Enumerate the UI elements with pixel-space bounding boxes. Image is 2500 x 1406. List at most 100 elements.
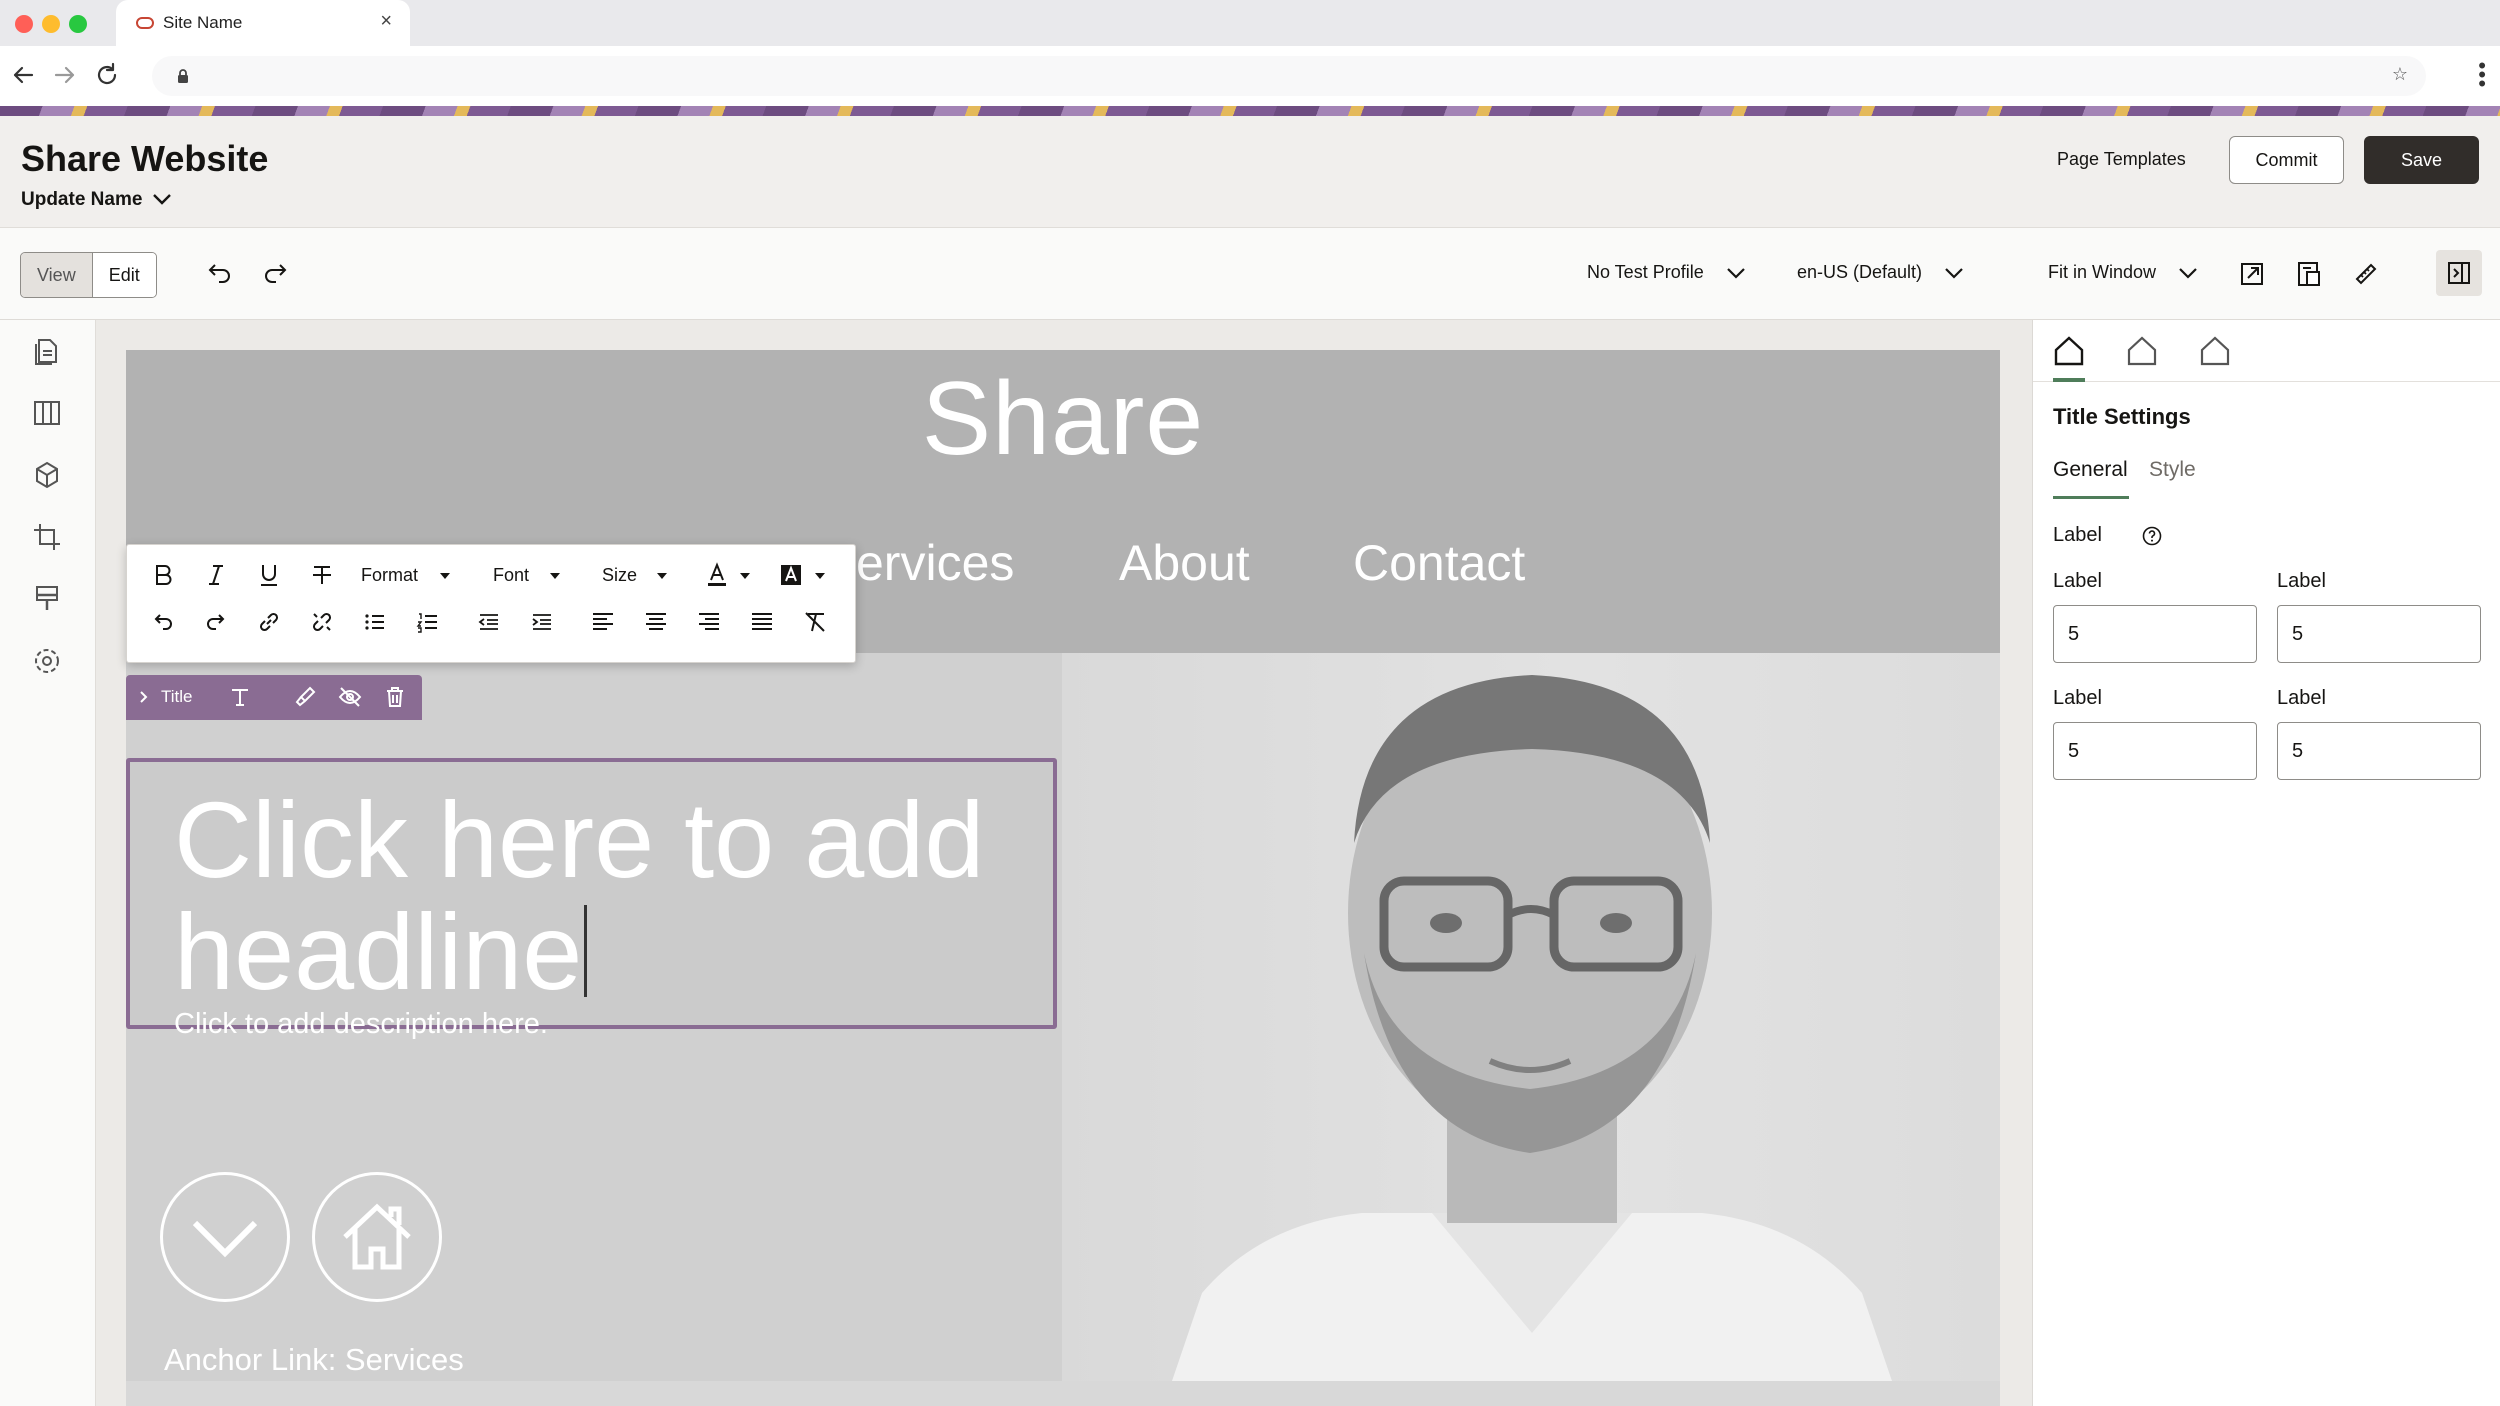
caret-down-icon[interactable] xyxy=(541,561,569,589)
panel-tab-strip xyxy=(2033,320,2500,382)
caret-down-icon[interactable] xyxy=(806,561,834,589)
pages-icon[interactable] xyxy=(30,334,64,368)
format-painter-icon[interactable] xyxy=(292,684,318,710)
page-templates-link[interactable]: Page Templates xyxy=(2057,149,2186,170)
layout-columns-icon[interactable] xyxy=(30,396,64,430)
headline-text[interactable]: Click here to add headline xyxy=(174,784,1034,1008)
label-input-3[interactable] xyxy=(2053,722,2257,780)
label-input-2[interactable] xyxy=(2277,605,2481,663)
undo-icon[interactable] xyxy=(203,258,235,290)
panel-right-icon xyxy=(2448,262,2470,284)
commit-button[interactable]: Commit xyxy=(2229,136,2344,184)
back-arrow-icon[interactable] xyxy=(8,60,38,90)
settings-gear-icon[interactable] xyxy=(30,644,64,678)
unlink-icon[interactable] xyxy=(308,608,336,636)
text-style-icon[interactable] xyxy=(227,684,253,710)
save-button[interactable]: Save xyxy=(2364,136,2479,184)
nav-link-contact[interactable]: Contact xyxy=(1353,534,1525,592)
update-name-dropdown[interactable]: Update Name xyxy=(21,189,142,211)
panel-tab-home-icon[interactable] xyxy=(2198,334,2232,368)
underline-icon[interactable] xyxy=(255,561,283,589)
align-right-icon[interactable] xyxy=(695,608,723,636)
label-input-4[interactable] xyxy=(2277,722,2481,780)
device-preview-icon[interactable] xyxy=(2293,258,2325,290)
oracle-logo-icon xyxy=(136,17,154,29)
size-dropdown[interactable]: Size xyxy=(602,565,637,586)
delete-trash-icon[interactable] xyxy=(382,684,408,710)
bold-icon[interactable] xyxy=(149,561,177,589)
ruler-icon[interactable] xyxy=(2350,258,2382,290)
outdent-icon[interactable] xyxy=(475,608,503,636)
field-label: Label xyxy=(2053,570,2102,592)
test-profile-dropdown[interactable]: No Test Profile xyxy=(1587,262,1704,283)
open-external-icon[interactable] xyxy=(2236,258,2268,290)
anchor-link-label[interactable]: Anchor Link: Services xyxy=(164,1342,464,1378)
align-justify-icon[interactable] xyxy=(748,608,776,636)
chevron-down-icon[interactable] xyxy=(152,192,172,206)
caret-down-icon[interactable] xyxy=(431,561,459,589)
chevron-right-icon[interactable] xyxy=(138,690,150,704)
caret-down-icon[interactable] xyxy=(648,561,676,589)
bookmark-star-icon[interactable]: ☆ xyxy=(2392,64,2408,85)
chevron-down-icon[interactable] xyxy=(1944,266,1964,280)
theme-brush-icon[interactable] xyxy=(30,582,64,616)
reload-icon[interactable] xyxy=(92,60,122,90)
label-input-1[interactable] xyxy=(2053,605,2257,663)
browser-menu-icon[interactable]: • • • xyxy=(2478,54,2486,94)
clear-formatting-icon[interactable] xyxy=(801,608,829,636)
hero-portrait-image[interactable] xyxy=(1062,653,2000,1381)
font-dropdown[interactable]: Font xyxy=(493,565,529,586)
left-sidebar xyxy=(0,320,96,1406)
chevron-down-icon[interactable] xyxy=(2178,266,2198,280)
forward-arrow-icon[interactable] xyxy=(50,60,80,90)
view-edit-toggle: View Edit xyxy=(20,252,157,298)
tab-style[interactable]: Style xyxy=(2149,458,2196,482)
browser-tab[interactable]: Site Name × xyxy=(116,0,410,46)
format-dropdown[interactable]: Format xyxy=(361,565,418,586)
scroll-down-button[interactable] xyxy=(160,1172,290,1302)
rte-redo-icon[interactable] xyxy=(202,608,230,636)
numbered-list-icon[interactable] xyxy=(414,608,442,636)
app-header: Share Website Update Name Page Templates… xyxy=(0,116,2500,228)
active-subtab-indicator xyxy=(2053,496,2129,499)
tab-general[interactable]: General xyxy=(2053,458,2128,482)
nav-link-about[interactable]: About xyxy=(1119,534,1250,592)
caret-down-icon[interactable] xyxy=(731,561,759,589)
panel-tab-home-icon[interactable] xyxy=(2125,334,2159,368)
nav-link-services[interactable]: ervices xyxy=(856,534,1014,592)
page-title: Share Website xyxy=(21,138,269,179)
italic-icon[interactable] xyxy=(202,561,230,589)
rte-undo-icon[interactable] xyxy=(149,608,177,636)
toggle-settings-panel-button[interactable] xyxy=(2436,250,2482,296)
panel-tab-home-icon[interactable] xyxy=(2052,334,2086,368)
help-icon[interactable] xyxy=(2141,525,2163,547)
minimize-window-button[interactable] xyxy=(42,15,60,33)
home-button[interactable] xyxy=(312,1172,442,1302)
hide-eye-icon[interactable] xyxy=(337,684,363,710)
crop-icon[interactable] xyxy=(30,520,64,554)
indent-icon[interactable] xyxy=(528,608,556,636)
align-center-icon[interactable] xyxy=(642,608,670,636)
text-color-icon[interactable] xyxy=(703,561,731,589)
bulleted-list-icon[interactable] xyxy=(361,608,389,636)
url-input[interactable]: ☆ xyxy=(152,56,2426,96)
edit-mode-button[interactable]: Edit xyxy=(92,253,156,297)
strikethrough-icon[interactable] xyxy=(308,561,336,589)
site-brand-title[interactable]: Share xyxy=(126,360,2000,479)
close-window-button[interactable] xyxy=(15,15,33,33)
page-bottom-strip xyxy=(126,1381,2000,1406)
redo-icon[interactable] xyxy=(260,258,292,290)
chevron-down-icon[interactable] xyxy=(1726,266,1746,280)
maximize-window-button[interactable] xyxy=(69,15,87,33)
components-cube-icon[interactable] xyxy=(30,458,64,492)
link-icon[interactable] xyxy=(255,608,283,636)
view-mode-button[interactable]: View xyxy=(21,253,93,297)
zoom-dropdown[interactable]: Fit in Window xyxy=(2048,262,2156,283)
headline-line-1: Click here to add xyxy=(174,779,985,900)
locale-dropdown[interactable]: en-US (Default) xyxy=(1797,262,1922,283)
description-text[interactable]: Click to add description here. xyxy=(174,1008,548,1041)
align-left-icon[interactable] xyxy=(589,608,617,636)
headline-editor[interactable]: Click here to add headline xyxy=(126,758,1057,1029)
tab-close-icon[interactable]: × xyxy=(380,10,392,33)
background-color-icon[interactable] xyxy=(777,561,805,589)
